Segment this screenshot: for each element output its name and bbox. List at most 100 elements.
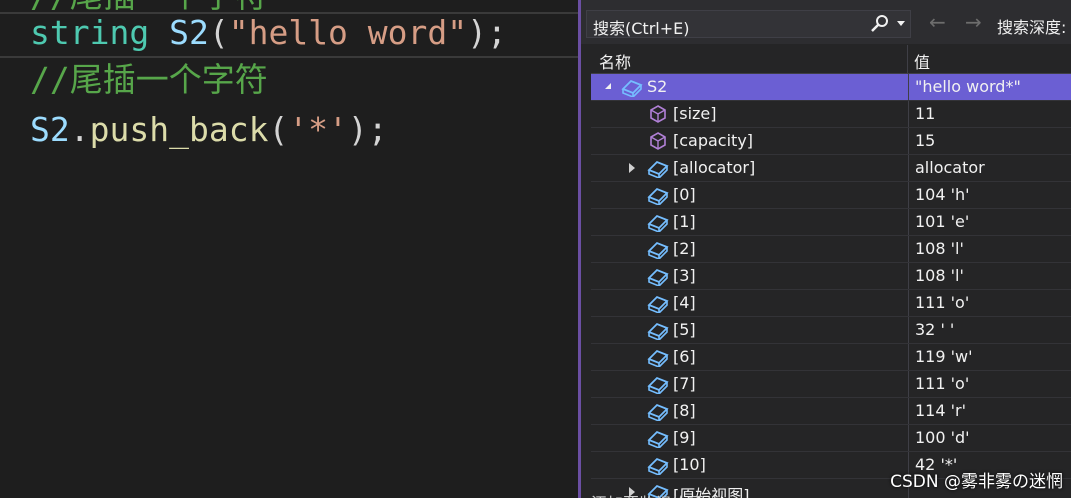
code-line-comment[interactable]: //尾插一个字符 [30, 60, 268, 100]
row-name: S2 [647, 77, 668, 96]
expand-arrow-icon[interactable] [629, 163, 635, 173]
name-cell: [1] [591, 209, 907, 235]
row-name: [2] [673, 239, 696, 258]
name-cell: [6] [591, 344, 907, 370]
row-value: 119 'w' [915, 347, 973, 366]
value-cell[interactable]: 11 [908, 101, 1071, 127]
value-cell[interactable]: 32 ' ' [908, 317, 1071, 343]
value-cell[interactable]: "hello word*" [908, 74, 1071, 100]
close-token: ); [347, 110, 388, 149]
row-name: [4] [673, 293, 696, 312]
search-icon[interactable] [870, 14, 890, 38]
search-dropdown-icon[interactable] [897, 21, 905, 26]
watch-row[interactable]: [allocator] allocator [591, 155, 1071, 182]
value-cell[interactable]: 108 'l' [908, 263, 1071, 289]
column-header-value[interactable]: 值 [914, 49, 930, 73]
code-editor[interactable]: //尾插一个字符 string S2("hello word"); //尾插一个… [0, 0, 578, 498]
object-icon [647, 428, 669, 450]
watch-rows: S2 "hello word*" [size] 11 [capacity] 15 [allo… [591, 74, 1071, 498]
row-name: [3] [673, 266, 696, 285]
watch-row[interactable]: [0] 104 'h' [591, 182, 1071, 209]
row-value: 111 'o' [915, 374, 970, 393]
name-cell: [10] [591, 452, 907, 478]
string-literal: "hello word" [228, 13, 468, 52]
name-cell: [4] [591, 290, 907, 316]
value-cell[interactable]: 15 [908, 128, 1071, 154]
object-icon [621, 77, 643, 99]
row-value: 104 'h' [915, 185, 970, 204]
collapse-arrow-icon[interactable] [605, 83, 611, 89]
row-name: [capacity] [673, 131, 754, 150]
row-value: 111 'o' [915, 293, 970, 312]
watch-row[interactable]: [4] 111 'o' [591, 290, 1071, 317]
object-icon [647, 320, 669, 342]
value-cell[interactable]: 108 'l' [908, 236, 1071, 262]
row-name: [6] [673, 347, 696, 366]
row-value: 100 'd' [915, 428, 970, 447]
watch-row[interactable]: [8] 114 'r' [591, 398, 1071, 425]
value-cell[interactable]: 119 'w' [908, 344, 1071, 370]
object-icon [647, 401, 669, 423]
close-token: ); [467, 13, 507, 52]
name-cell: [9] [591, 425, 907, 451]
watch-row[interactable]: [3] 108 'l' [591, 263, 1071, 290]
watch-row[interactable]: [size] 11 [591, 101, 1071, 128]
object-icon [647, 266, 669, 288]
paren-token: ( [268, 110, 289, 149]
value-cell[interactable]: 101 'e' [908, 209, 1071, 235]
column-header: 名称 值 [591, 45, 1071, 74]
watch-row[interactable]: [capacity] 15 [591, 128, 1071, 155]
watch-row[interactable]: [2] 108 'l' [591, 236, 1071, 263]
watch-row[interactable]: [6] 119 'w' [591, 344, 1071, 371]
watch-row[interactable]: [7] 111 'o' [591, 371, 1071, 398]
row-value: 114 'r' [915, 401, 966, 420]
back-arrow-icon[interactable]: ← [929, 10, 946, 34]
value-cell[interactable]: 114 'r' [908, 398, 1071, 424]
watch-toolbar: 搜索(Ctrl+E) ← → 搜索深度: [581, 0, 1071, 44]
object-icon [647, 158, 669, 180]
row-value: "hello word*" [915, 77, 1021, 96]
column-header-name[interactable]: 名称 [599, 49, 631, 73]
row-value: 11 [915, 104, 936, 123]
watch-row[interactable]: S2 "hello word*" [591, 74, 1071, 101]
value-cell[interactable]: allocator [908, 155, 1071, 181]
column-separator[interactable] [907, 45, 908, 73]
object-icon [647, 212, 669, 234]
row-name: [allocator] [673, 158, 756, 177]
field-icon [647, 104, 669, 124]
name-cell: [allocator] [591, 155, 907, 181]
search-input[interactable]: 搜索(Ctrl+E) [586, 10, 911, 38]
watch-window: 搜索(Ctrl+E) ← → 搜索深度: 名称 值 S2 "hello word*… [581, 0, 1071, 498]
value-cell[interactable]: 104 'h' [908, 182, 1071, 208]
watch-row[interactable]: [5] 32 ' ' [591, 317, 1071, 344]
object-token: S2 [30, 110, 70, 149]
name-cell: [3] [591, 263, 907, 289]
row-name: [size] [673, 104, 717, 123]
object-icon [647, 347, 669, 369]
row-name: [8] [673, 401, 696, 420]
row-name: [5] [673, 320, 696, 339]
object-icon [647, 455, 669, 477]
value-cell[interactable]: 111 'o' [908, 371, 1071, 397]
name-cell: [7] [591, 371, 907, 397]
name-cell: S2 [591, 74, 907, 100]
add-watch-row[interactable]: 添加要监视的项 [591, 490, 703, 498]
paren-token: ( [208, 13, 229, 52]
object-icon [647, 374, 669, 396]
name-cell: [5] [591, 317, 907, 343]
row-name: [0] [673, 185, 696, 204]
watch-row[interactable]: [1] 101 'e' [591, 209, 1071, 236]
value-cell[interactable]: 111 'o' [908, 290, 1071, 316]
name-cell: [size] [591, 101, 907, 127]
row-value: 108 'l' [915, 266, 964, 285]
object-icon [647, 239, 669, 261]
forward-arrow-icon[interactable]: → [965, 10, 982, 34]
value-cell[interactable]: 100 'd' [908, 425, 1071, 451]
name-cell: [2] [591, 236, 907, 262]
search-placeholder: 搜索(Ctrl+E) [593, 19, 690, 38]
type-token: string [30, 13, 150, 52]
code-line-declaration[interactable]: string S2("hello word"); [30, 13, 507, 53]
watch-row[interactable]: [9] 100 'd' [591, 425, 1071, 452]
code-line-push-back[interactable]: S2.push_back('*'); [30, 110, 388, 150]
function-token: push_back [89, 110, 269, 149]
